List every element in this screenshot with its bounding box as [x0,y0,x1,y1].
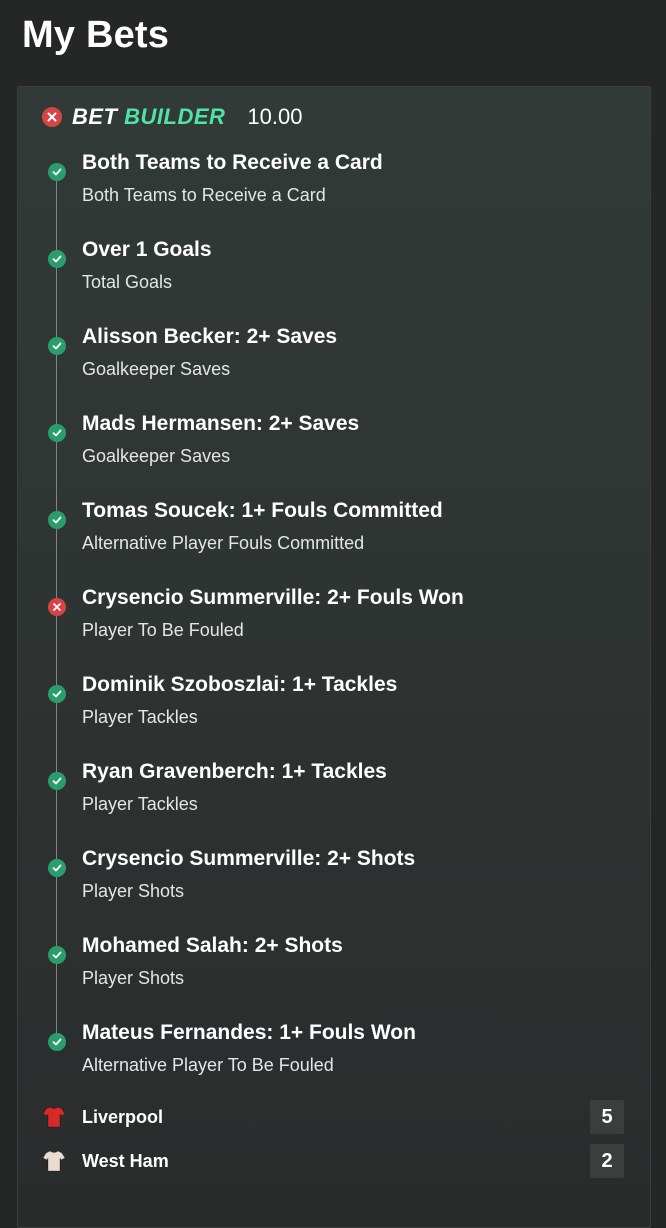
check-icon [48,250,66,268]
red-shirt-icon [42,1105,66,1129]
leg-selection: Crysencio Summerville: 2+ Shots [82,847,416,870]
team-name: West Ham [82,1150,169,1171]
bet-builder-logo: BET BUILDER [72,104,225,130]
bet-leg: Mohamed Salah: 2+ Shots Player Shots [18,934,638,1016]
check-icon [48,337,66,355]
leg-market: Player Tackles [82,794,198,814]
check-icon [48,859,66,877]
team-score: 5 [590,1100,624,1134]
leg-selection: Ryan Gravenberch: 1+ Tackles [82,760,387,783]
bet-stake: 10.00 [247,104,303,129]
leg-market: Both Teams to Receive a Card [82,185,326,205]
check-icon [48,685,66,703]
team-row: Liverpool 5 [42,1100,624,1134]
bet-leg: Over 1 Goals Total Goals [18,238,638,320]
leg-market: Player Tackles [82,707,198,727]
leg-selection: Mads Hermansen: 2+ Saves [82,412,360,435]
bet-card[interactable]: BET BUILDER 10.00 Both Teams to Receive … [17,86,651,1228]
bet-leg: Crysencio Summerville: 2+ Shots Player Sh… [18,847,638,929]
check-icon [48,511,66,529]
brand-text-builder: BUILDER [124,104,226,129]
check-icon [48,946,66,964]
leg-selection: Mateus Fernandes: 1+ Fouls Won [82,1021,416,1044]
leg-market: Alternative Player Fouls Committed [82,533,365,553]
leg-selection: Crysencio Summerville: 2+ Fouls Won [82,586,464,609]
bet-leg: Both Teams to Receive a Card Both Teams t… [18,151,638,233]
leg-selection: Mohamed Salah: 2+ Shots [82,934,343,957]
white-shirt-icon [42,1149,66,1173]
brand-text-bet: BET [72,104,118,129]
leg-market: Player Shots [82,968,185,988]
bet-leg: Tomas Soucek: 1+ Fouls Committed Alternat… [18,499,638,581]
check-icon [48,772,66,790]
bet-leg: Ryan Gravenberch: 1+ Tackles Player Tackl… [18,760,638,842]
leg-market: Player To Be Fouled [82,620,244,640]
leg-market: Alternative Player To Be Fouled [82,1055,334,1075]
cross-icon [48,598,66,616]
leg-selection: Both Teams to Receive a Card [82,151,383,174]
page-title: My Bets [22,14,170,56]
team-row: West Ham 2 [42,1144,624,1178]
check-icon [48,1033,66,1051]
bet-leg: Crysencio Summerville: 2+ Fouls Won Playe… [18,586,638,668]
leg-selection: Over 1 Goals [82,238,212,261]
bet-leg: Mads Hermansen: 2+ Saves Goalkeeper Saves [18,412,638,494]
leg-selection: Dominik Szoboszlai: 1+ Tackles [82,673,398,696]
bet-header: BET BUILDER 10.00 [42,104,303,130]
check-icon [48,424,66,442]
bet-leg: Dominik Szoboszlai: 1+ Tackles Player Tac… [18,673,638,755]
check-icon [48,163,66,181]
bet-leg: Mateus Fernandes: 1+ Fouls Won Alternativ… [18,1021,638,1103]
leg-selection: Tomas Soucek: 1+ Fouls Committed [82,499,443,522]
leg-market: Player Shots [82,881,185,901]
leg-market: Goalkeeper Saves [82,446,231,466]
lost-status-icon [42,107,62,127]
team-name: Liverpool [82,1106,164,1127]
bet-leg: Alisson Becker: 2+ Saves Goalkeeper Saves [18,325,638,407]
leg-market: Total Goals [82,272,173,292]
leg-market: Goalkeeper Saves [82,359,231,379]
leg-selection: Alisson Becker: 2+ Saves [82,325,338,348]
team-score: 2 [590,1144,624,1178]
